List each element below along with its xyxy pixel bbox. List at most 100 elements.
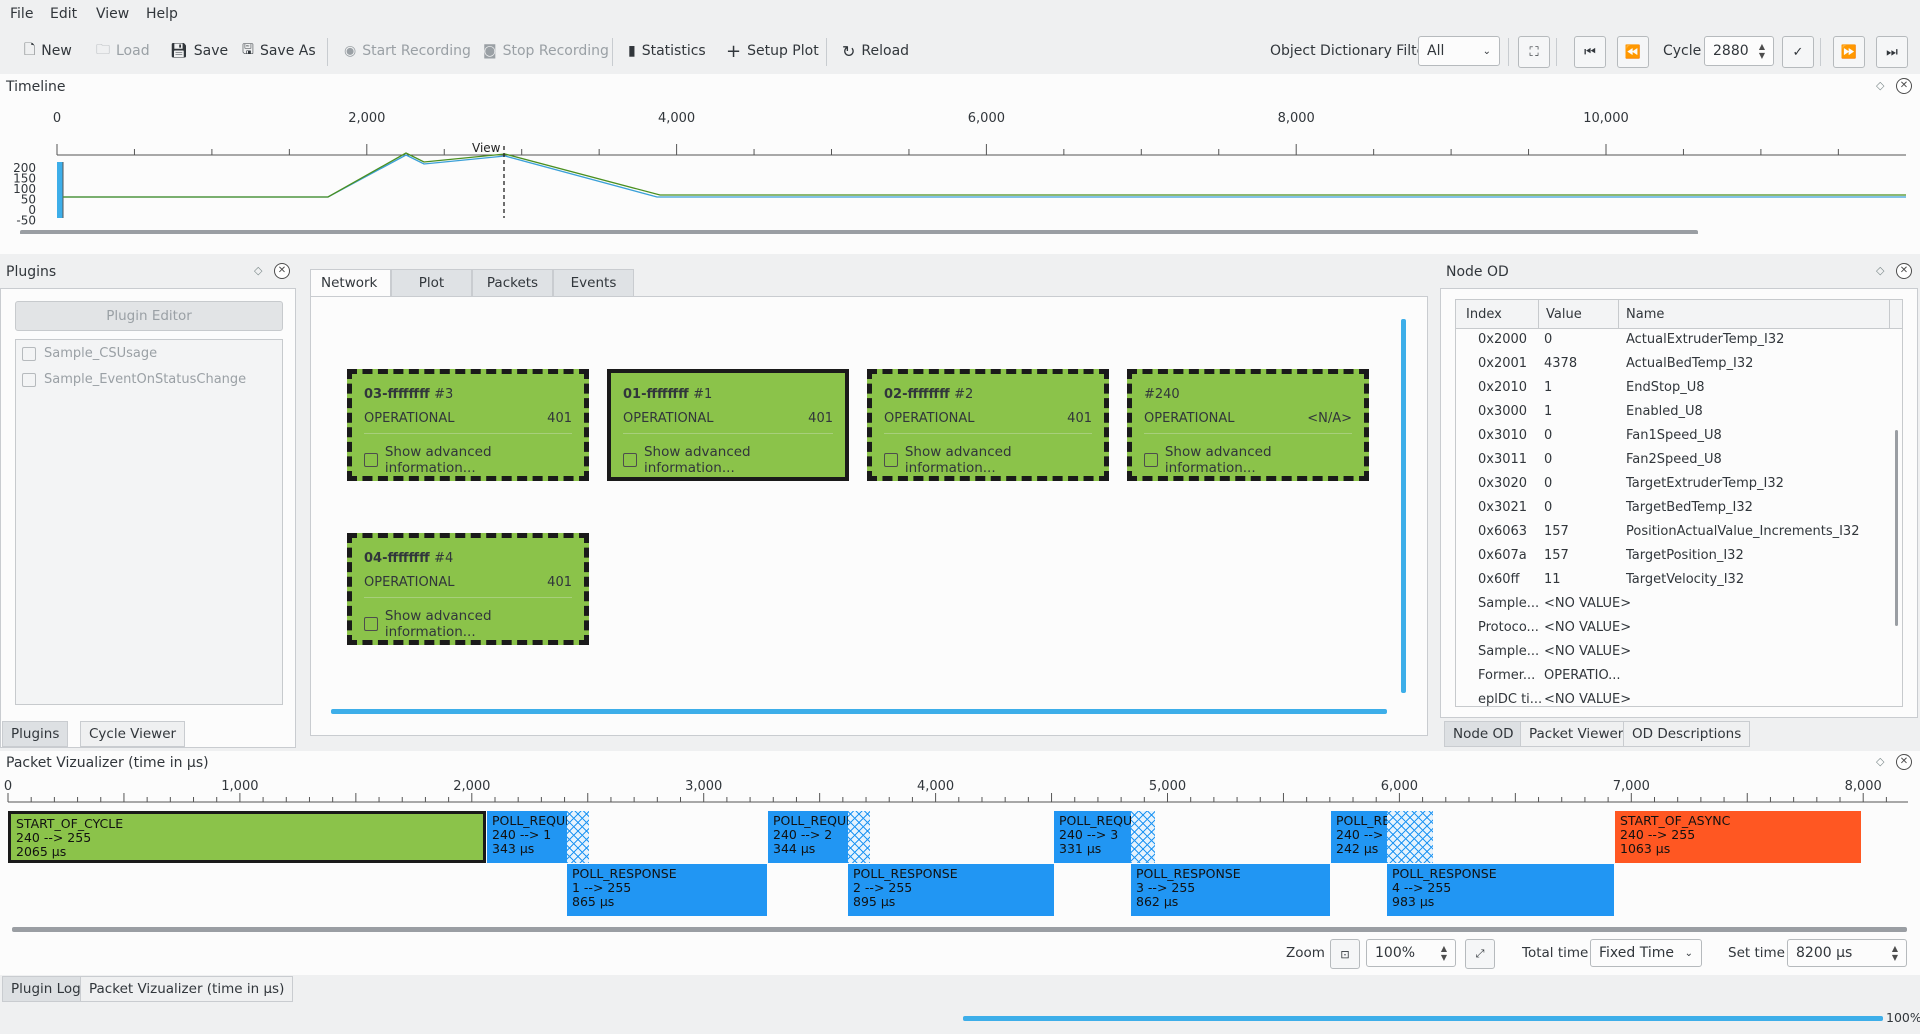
packet-block[interactable]: POLL_REQUEST240 --> 2344 µs (768, 811, 848, 863)
select-region-button[interactable]: ⛶ (1518, 36, 1550, 68)
plugin-checkbox[interactable] (22, 346, 36, 361)
tab-plot[interactable]: Plot (391, 269, 472, 297)
od-row[interactable]: 0x3020 0 TargetExtruderTemp_I32 (1456, 472, 1902, 496)
first-cycle-button[interactable]: ⏮ (1574, 36, 1606, 68)
tab-packet-visualizer[interactable]: Packet Vizualizer (time in µs) (80, 976, 294, 1002)
zoom-reset-button[interactable]: ⤢ (1465, 939, 1495, 969)
zoom-spinbox[interactable]: 100% ▲ ▼ (1366, 939, 1456, 967)
od-filter-select[interactable]: All ⌄ (1418, 36, 1500, 66)
packet-block[interactable]: POLL_REQUEST240 --> 3331 µs (1054, 811, 1131, 863)
float-icon[interactable]: ◇ (1876, 755, 1884, 768)
tab-cycle-viewer[interactable]: Cycle Viewer (80, 721, 186, 747)
packet-block[interactable]: POLL_REQUEST240 --> 1343 µs (487, 811, 567, 863)
packet-block[interactable]: POLL_RESPONSE 2 --> 255 895 µs (848, 864, 1054, 916)
od-row[interactable]: 0x2001 4378 ActualBedTemp_I32 (1456, 352, 1902, 376)
plugin-checkbox[interactable] (22, 372, 36, 387)
od-row[interactable]: Sample... <NO VALUE> (1456, 592, 1902, 616)
node-card-2[interactable]: 02-ffffffff #2 OPERATIONAL 401 Show adva… (867, 369, 1109, 481)
statistics-button[interactable]: ▮ Statistics (628, 40, 706, 62)
checkbox[interactable] (364, 617, 378, 631)
menu-file[interactable]: File (10, 6, 33, 22)
plugin-editor-button[interactable]: Plugin Editor (15, 301, 283, 331)
cycle-spinbox[interactable]: 2880 ▲ ▼ (1704, 36, 1774, 66)
float-icon[interactable]: ◇ (1876, 79, 1884, 92)
checkbox[interactable] (623, 453, 637, 467)
previous-cycle-button[interactable]: ⏪ (1617, 36, 1649, 68)
save-as-button[interactable]: 🖫 Save As (242, 40, 316, 62)
checkbox[interactable] (364, 453, 378, 467)
packet-block[interactable]: POLL_RESPONSE 4 --> 255 983 µs (1387, 864, 1614, 916)
menu-help[interactable]: Help (146, 6, 178, 22)
od-row[interactable]: Sample... <NO VALUE> (1456, 640, 1902, 664)
show-advanced-toggle[interactable]: Show advanced information... (364, 608, 584, 640)
tab-node-od[interactable]: Node OD (1444, 721, 1523, 747)
zoom-fit-button[interactable]: ⊡ (1330, 939, 1360, 969)
stop-recording-button[interactable]: ◙ Stop Recording (483, 40, 609, 62)
node-card-4[interactable]: 04-ffffffff #4 OPERATIONAL 401 Show adva… (347, 533, 589, 645)
packet-scrollbar[interactable] (12, 927, 1907, 932)
next-cycle-button[interactable]: ⏩ (1833, 36, 1865, 68)
od-row[interactable]: Former... OPERATIO... (1456, 664, 1902, 688)
total-time-select[interactable]: Fixed Time ⌄ (1590, 939, 1702, 967)
tab-plugins[interactable]: Plugins (2, 721, 69, 747)
od-row[interactable]: 0x607a 157 TargetPosition_I32 (1456, 544, 1902, 568)
save-button[interactable]: 💾︎ Save (170, 40, 228, 62)
setup-plot-button[interactable]: + Setup Plot (726, 40, 819, 62)
close-icon[interactable]: ✕ (1896, 754, 1912, 770)
od-row[interactable]: eplDC ti... <NO VALUE> (1456, 688, 1902, 706)
od-scrollbar[interactable] (1895, 430, 1898, 626)
vertical-scrollbar[interactable] (1401, 319, 1406, 693)
packet-block[interactable]: POLL_RESPONSE 1 --> 255 865 µs (567, 864, 767, 916)
timeline-chart[interactable]: 0 2,000 4,000 6,000 8,000 10,000 200150100500… (0, 94, 1920, 234)
show-advanced-toggle[interactable]: Show advanced information... (1144, 444, 1364, 476)
apply-cycle-button[interactable]: ✓ (1782, 36, 1814, 68)
last-cycle-button[interactable]: ⏭ (1876, 36, 1908, 68)
node-card-3[interactable]: 03-ffffffff #3 OPERATIONAL 401 Show adva… (347, 369, 589, 481)
col-name[interactable]: Name (1626, 307, 1664, 322)
col-value[interactable]: Value (1546, 307, 1582, 322)
show-advanced-toggle[interactable]: Show advanced information... (623, 444, 845, 476)
float-icon[interactable]: ◇ (254, 264, 262, 277)
close-icon[interactable]: ✕ (274, 263, 290, 279)
od-row[interactable]: 0x3011 0 Fan2Speed_U8 (1456, 448, 1902, 472)
od-row[interactable]: 0x3021 0 TargetBedTemp_I32 (1456, 496, 1902, 520)
reload-button[interactable]: ↻ Reload (842, 40, 909, 62)
od-row[interactable]: 0x3010 0 Fan1Speed_U8 (1456, 424, 1902, 448)
show-advanced-toggle[interactable]: Show advanced information... (364, 444, 584, 476)
od-row[interactable]: Protoco... <NO VALUE> (1456, 616, 1902, 640)
tab-network[interactable]: Network (310, 269, 391, 297)
od-row[interactable]: 0x3000 1 Enabled_U8 (1456, 400, 1902, 424)
od-row[interactable]: 0x2000 0 ActualExtruderTemp_I32 (1456, 328, 1902, 352)
close-icon[interactable]: ✕ (1896, 78, 1912, 94)
packet-block[interactable]: POLL_REQUEST240 --> 4242 µs (1331, 811, 1387, 863)
new-button[interactable]: 🗋 New (24, 40, 72, 62)
menu-view[interactable]: View (96, 6, 129, 22)
col-index[interactable]: Index (1466, 307, 1502, 322)
horizontal-scrollbar[interactable] (331, 709, 1387, 714)
tab-od-descriptions[interactable]: OD Descriptions (1623, 721, 1751, 747)
packet-block[interactable]: START_OF_CYCLE 240 --> 255 2065 µs (8, 811, 486, 863)
plugin-item[interactable]: Sample_CSUsage (22, 346, 157, 361)
show-advanced-toggle[interactable]: Show advanced information... (884, 444, 1104, 476)
checkbox[interactable] (884, 453, 898, 467)
tab-packet-viewer[interactable]: Packet Viewer (1520, 721, 1633, 747)
start-recording-button[interactable]: ◉ Start Recording (344, 40, 471, 62)
od-row[interactable]: 0x60ff 11 TargetVelocity_I32 (1456, 568, 1902, 592)
load-button[interactable]: 🗀 Load (96, 40, 150, 62)
float-icon[interactable]: ◇ (1876, 264, 1884, 277)
packet-block[interactable]: START_OF_ASYNC 240 --> 255 1063 µs (1615, 811, 1861, 863)
node-card-240[interactable]: #240 OPERATIONAL <N/A> Show advanced inf… (1127, 369, 1369, 481)
timeline-scrollbar[interactable] (20, 230, 1698, 234)
checkbox[interactable] (1144, 453, 1158, 467)
set-time-spinbox[interactable]: 8200 µs ▲ ▼ (1787, 939, 1907, 967)
plugin-item[interactable]: Sample_EventOnStatusChange (22, 372, 246, 387)
close-icon[interactable]: ✕ (1896, 263, 1912, 279)
od-row[interactable]: 0x2010 1 EndStop_U8 (1456, 376, 1902, 400)
packet-block[interactable]: POLL_RESPONSE 3 --> 255 862 µs (1131, 864, 1330, 916)
tab-packets[interactable]: Packets (472, 269, 553, 297)
tab-plugin-log[interactable]: Plugin Log (2, 976, 90, 1002)
node-card-1[interactable]: 01-ffffffff #1 OPERATIONAL 401 Show adva… (607, 369, 849, 481)
tab-events[interactable]: Events (553, 269, 634, 297)
menu-edit[interactable]: Edit (50, 6, 77, 22)
od-row[interactable]: 0x6063 157 PositionActualValue_Increments_… (1456, 520, 1902, 544)
